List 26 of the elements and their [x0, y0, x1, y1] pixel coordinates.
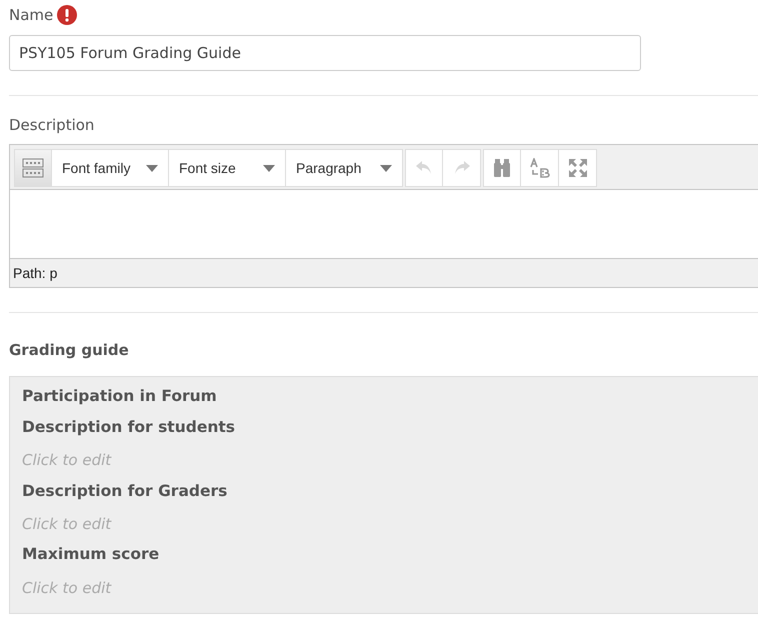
undo-icon: [415, 160, 433, 176]
redo-icon: [452, 160, 470, 176]
status-path-text: Path: p: [12, 264, 58, 283]
caret-icon: [146, 164, 158, 172]
toolbar-toggle-icon: [22, 158, 44, 178]
fullscreen-button[interactable]: [559, 149, 597, 187]
section-heading: Grading guide: [9, 340, 130, 361]
caret-icon: [380, 164, 392, 172]
find-button[interactable]: [483, 149, 521, 187]
toolbar-toggle-button[interactable]: [14, 149, 52, 187]
binoculars-icon: [492, 158, 512, 178]
text-input-field[interactable]: PSY105 Forum Grading Guide: [9, 34, 641, 70]
fullscreen-icon: [568, 158, 588, 178]
replace-icon: [530, 158, 550, 178]
text-area-field[interactable]: [10, 189, 758, 259]
caret-icon: [263, 164, 275, 172]
field-label: Description: [9, 114, 96, 136]
section-label: Description for Graders: [22, 480, 228, 502]
dropdown-button[interactable]: Font family: [52, 149, 169, 187]
dropdown-button[interactable]: Font size: [169, 149, 286, 187]
section-label: Description for students: [22, 416, 236, 438]
criterion-title[interactable]: Participation in Forum: [22, 384, 746, 408]
find-replace-button[interactable]: [521, 149, 559, 187]
dropdown-button[interactable]: Paragraph: [286, 149, 403, 187]
field-label: Name: [9, 5, 54, 26]
section-label: Maximum score: [22, 544, 160, 566]
